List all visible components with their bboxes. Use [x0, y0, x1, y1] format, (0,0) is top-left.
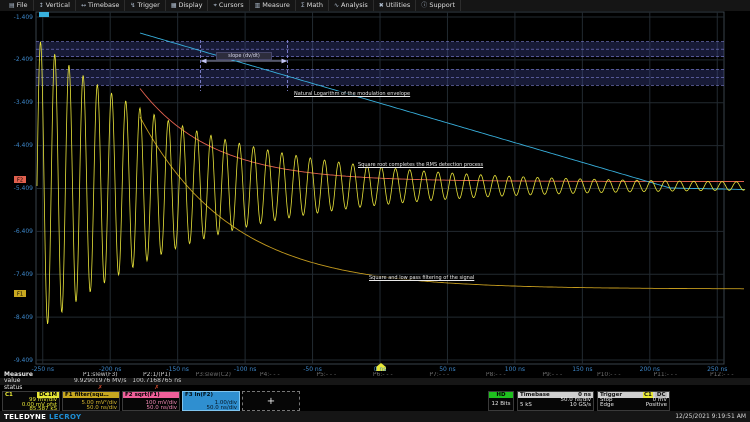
param-status-p11 — [637, 385, 694, 391]
y-axis-label: -4.409 — [1, 142, 33, 149]
param-status-p5 — [298, 385, 355, 391]
annotation: Square root completes the RMS detection … — [357, 162, 484, 168]
param-status-p10 — [581, 385, 638, 391]
clock: 12/25/2021 9:19:51 AM — [675, 413, 746, 420]
f3-function: ln(F2) — [195, 392, 213, 398]
waveform-display[interactable]: F2 F1 — [0, 0, 750, 422]
trigger-slope: Positive — [646, 403, 667, 408]
f2-tdiv: 50.0 ns/div — [123, 406, 179, 411]
svg-text:F2: F2 — [17, 178, 23, 184]
gate-band — [36, 42, 724, 57]
f2-label: F2 — [125, 392, 133, 398]
status-bar: TELEDYNE LECROY 12/25/2021 9:19:51 AM — [0, 411, 750, 422]
y-axis-label: -9.409 — [1, 357, 33, 364]
y-axis-label: -5.409 — [1, 185, 33, 192]
param-status-p4 — [242, 385, 299, 391]
trigger-type: Edge — [600, 403, 614, 408]
hd-bits: 12 Bits — [489, 398, 513, 411]
y-axis-label: -6.409 — [1, 228, 33, 235]
gate-band — [36, 69, 724, 85]
trace-marker-f3[interactable] — [39, 12, 49, 17]
math-descriptor-f2[interactable]: F2 sqrt(F1) 100 mV/div 50.0 ns/div — [122, 391, 180, 411]
svg-text:F1: F1 — [17, 292, 23, 298]
measure-status-label: status — [0, 385, 72, 391]
param-status-p9 — [524, 385, 581, 391]
annotation: Natural Logarithm of the modulation enve… — [293, 91, 411, 97]
cursor-measurement-label[interactable]: slope (dv/dt) — [216, 52, 272, 60]
brand-logo: TELEDYNE LECROY — [4, 413, 81, 421]
param-status-p8 — [468, 385, 525, 391]
measure-table: Measure P1:slew(F3)P2:1/(P1)P3:slew(C2)P… — [0, 372, 750, 391]
param-status-p2: ✗ — [129, 385, 186, 391]
hd-mode-indicator[interactable]: HD 12 Bits — [488, 391, 514, 411]
param-status-p12 — [694, 385, 750, 391]
channel-descriptor-c1[interactable]: C1 DC1M 99 mV/div 0.00 mV ofst 85.587 kS — [2, 391, 60, 411]
math-descriptor-f3-selected[interactable]: F3 ln(F2) 1.00/div 50.0 ns/div — [182, 391, 240, 411]
f2-function: sqrt(F1) — [135, 392, 160, 398]
timebase-label: Timebase — [520, 392, 550, 398]
trigger-descriptor[interactable]: Trigger C1 DC Stop 0 mV Edge Positive — [597, 391, 670, 411]
param-status-p7 — [411, 385, 468, 391]
y-axis-label: -7.409 — [1, 271, 33, 278]
param-status-p1: ✗ — [72, 385, 129, 391]
annotation: Square and low pass filtering of the sig… — [368, 275, 475, 281]
f3-label: F3 — [185, 392, 193, 398]
f3-tdiv: 50.0 ns/div — [183, 406, 239, 411]
param-status-p6 — [355, 385, 412, 391]
timebase-descriptor[interactable]: Timebase 0 ns 50.0 ns/div 5 kS 10 GS/s — [517, 391, 594, 411]
f1-function: filter(squ… — [75, 392, 109, 398]
y-axis-label: -8.409 — [1, 314, 33, 321]
y-axis-label: -2.409 — [1, 56, 33, 63]
f1-label: F1 — [65, 392, 73, 398]
y-axis-label: -1.409 — [1, 14, 33, 21]
c1-label: C1 — [3, 392, 13, 398]
timebase-samples: 5 kS — [520, 403, 532, 408]
param-status-p3 — [185, 385, 242, 391]
f1-tdiv: 50.0 ns/div — [63, 406, 119, 411]
add-trace-button[interactable]: + — [242, 391, 300, 411]
y-axis-label: -3.409 — [1, 99, 33, 106]
timebase-rate: 10 GS/s — [570, 403, 591, 408]
math-descriptor-f1[interactable]: F1 filter(squ… 5.00 mV²/div 50.0 ns/div — [62, 391, 120, 411]
